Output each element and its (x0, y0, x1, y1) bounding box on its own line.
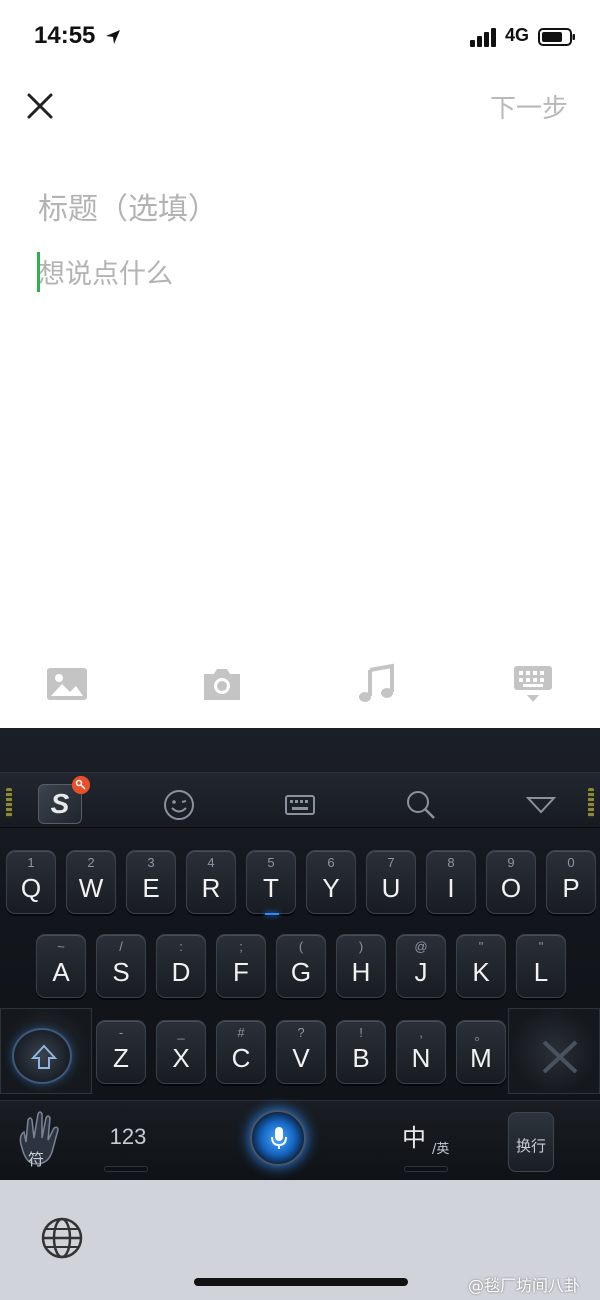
location-arrow-icon (106, 30, 120, 44)
network-label: 4G (505, 25, 530, 45)
key-e[interactable]: 3E (126, 850, 176, 914)
watermark: @毯厂坊间八卦 (468, 1276, 581, 1295)
title-input[interactable]: 标题（选填） (38, 184, 558, 228)
key-n[interactable]: ,N (396, 1020, 446, 1084)
key-q[interactable]: 1Q (6, 850, 56, 914)
voice-input-button[interactable] (250, 1110, 306, 1166)
camera-icon[interactable] (200, 662, 244, 706)
key-l[interactable]: " L (516, 934, 566, 998)
image-icon[interactable] (45, 662, 89, 706)
keyboard-hide-icon[interactable] (511, 662, 555, 706)
music-icon[interactable] (354, 662, 398, 706)
key-w[interactable]: 2W (66, 850, 116, 914)
delete-icon[interactable] (532, 1028, 588, 1084)
search-icon[interactable] (404, 788, 438, 822)
number-key[interactable]: 123 (98, 1124, 158, 1164)
key-k[interactable]: " K (456, 934, 506, 998)
key-x[interactable]: _ X (156, 1020, 206, 1084)
side-light-left (6, 788, 12, 818)
lang-led (404, 1166, 448, 1172)
status-bar: 14:55 4G (0, 0, 600, 70)
lang-main-label: 中 (402, 1124, 426, 1152)
close-icon[interactable] (24, 90, 56, 122)
keyboard: S 1Q 2W 3E 4R 5T 6Y 7U 8I 9O 0P ~ A / S … (0, 728, 600, 1180)
status-time: 14:55 (34, 22, 96, 49)
key-r[interactable]: 4R (186, 850, 236, 914)
body-input[interactable]: 想说点什么 (38, 252, 558, 291)
key-h[interactable]: ) H (336, 934, 386, 998)
keyboard-switch-icon[interactable] (283, 788, 317, 822)
symbol-key-label: 符 (28, 1150, 45, 1169)
key-j[interactable]: @ J (396, 934, 446, 998)
side-light-right (588, 788, 594, 818)
microphone-icon (271, 1127, 287, 1149)
key-badge-icon (72, 776, 90, 794)
shift-key[interactable] (12, 1028, 72, 1084)
key-s[interactable]: / S (96, 934, 146, 998)
key-o[interactable]: 9O (486, 850, 536, 914)
next-step-button[interactable]: 下一步 (490, 88, 568, 125)
key-c[interactable]: # C (216, 1020, 266, 1084)
text-caret (37, 252, 40, 292)
collapse-keyboard-icon[interactable] (524, 788, 558, 822)
battery-icon (538, 28, 575, 46)
globe-icon[interactable] (40, 1216, 84, 1260)
key-d[interactable]: :D (156, 934, 206, 998)
num-led (104, 1166, 148, 1172)
key-z[interactable]: -Z (96, 1020, 146, 1084)
media-toolbar (0, 650, 600, 728)
key-y[interactable]: 6Y (306, 850, 356, 914)
key-u[interactable]: 7U (366, 850, 416, 914)
system-bar: @毯厂坊间八卦 (0, 1180, 600, 1300)
home-indicator[interactable] (194, 1278, 408, 1286)
key-g[interactable]: (G (276, 934, 326, 998)
key-a[interactable]: ~ A (36, 934, 86, 998)
key-i[interactable]: 8I (426, 850, 476, 914)
key-m[interactable]: 。 M (456, 1020, 506, 1084)
key-f[interactable]: ; F (216, 934, 266, 998)
enter-key[interactable]: 换行 (508, 1112, 554, 1172)
enter-label: 换行 (515, 1137, 546, 1155)
emoji-icon[interactable] (162, 788, 196, 822)
language-switch-key[interactable]: 中 /英 (398, 1114, 458, 1164)
lang-sub-label: /英 (432, 1142, 450, 1157)
key-v[interactable]: ? V (276, 1020, 326, 1084)
key-p[interactable]: 0P (546, 850, 596, 914)
key-b[interactable]: ! B (336, 1020, 386, 1084)
shift-arrow-icon (30, 1044, 58, 1069)
key-t[interactable]: 5T (246, 850, 296, 915)
signal-icon (470, 28, 496, 47)
